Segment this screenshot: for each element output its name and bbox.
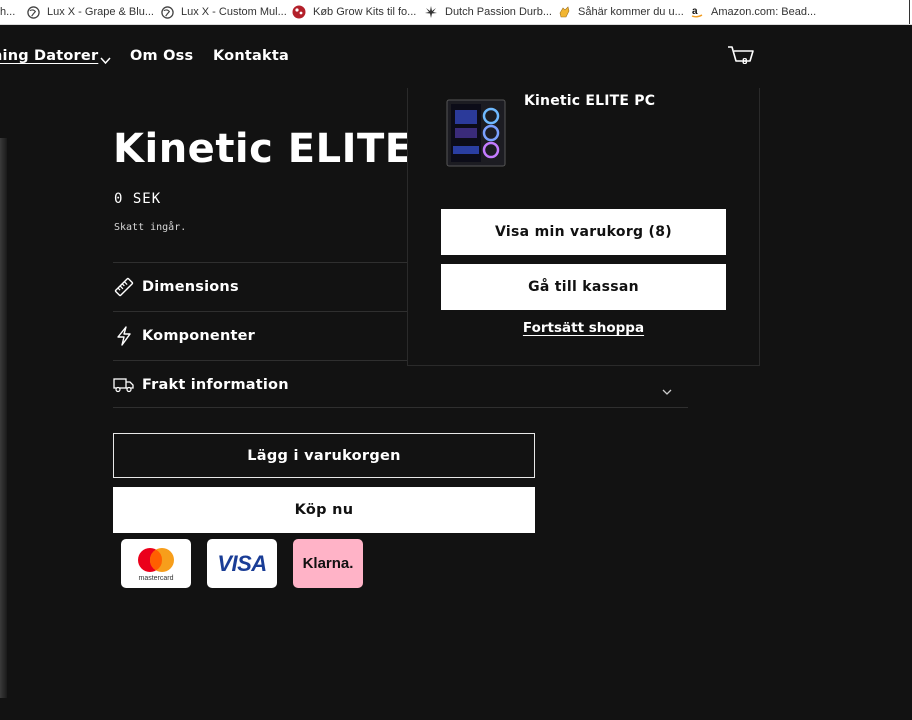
accordion-label: Dimensions [142,279,239,295]
site-header: ning Datorer Om Oss Kontakta 8 [0,26,912,88]
klarna-label: Klarna. [302,555,354,572]
bookmark-sahar[interactable]: Såhär kommer du u... [557,4,684,20]
mastercard-label: mastercard [138,574,174,582]
klarna-badge: Klarna. [293,539,363,588]
tax-note: Skatt ingår. [114,222,187,233]
cart-count: 8 [742,57,748,66]
bookmarks-bar: h... Lux X - Grape & Blu... Lux X - Cust… [0,0,912,25]
nav-om-oss[interactable]: Om Oss [130,48,193,64]
visa-badge: VISA [207,539,277,588]
truck-icon [113,374,135,396]
accordion-divider [113,407,688,408]
nav-kontakta[interactable]: Kontakta [213,48,289,64]
product-title: Kinetic ELITE [113,126,413,172]
globe-icon [160,5,174,19]
accordion-label: Komponenter [142,328,255,344]
lightning-icon [113,325,135,347]
bookmark-cut[interactable]: h... [0,4,15,20]
cart-icon [728,46,754,62]
bookmark-amazon[interactable]: a Amazon.com: Bead... [690,4,816,20]
bookmark-label: Dutch Passion Durb... [445,6,552,18]
add-to-cart-button[interactable]: Lägg i varukorgen [113,433,535,478]
mastercard-badge: mastercard [121,539,191,588]
bookmark-grow-kits[interactable]: Køb Grow Kits til fo... [292,4,416,20]
continue-shopping-link[interactable]: Fortsätt shoppa [523,320,644,336]
bookmark-label: Såhär kommer du u... [578,6,684,18]
buy-now-button[interactable]: Köp nu [113,487,535,533]
popup-product-name: Kinetic ELITE PC [524,93,656,109]
accordion-label: Frakt information [142,377,289,393]
product-image[interactable] [0,138,7,698]
chevron-down-icon [662,381,672,400]
chevron-down-icon[interactable] [100,50,111,69]
product-price: 0 SEK [114,191,162,207]
hand-icon [557,5,571,19]
bookmark-label: Køb Grow Kits til fo... [313,6,417,18]
svg-text:a: a [692,6,698,17]
bookmark-label: Lux X - Custom Mul... [181,6,287,18]
checkout-button[interactable]: Gå till kassan [441,264,726,310]
accordion-frakt-information[interactable]: Frakt information [113,360,688,409]
visa-label: VISA [217,550,267,576]
mastercard-icon [138,547,174,572]
view-cart-button[interactable]: Visa min varukorg (8) [441,209,726,255]
amazon-icon: a [690,5,704,19]
cart-notification-popup: Kinetic ELITE PC Visa min varukorg (8) G… [407,88,760,366]
bookmark-label: Amazon.com: Bead... [711,6,817,18]
ruler-icon [113,276,135,298]
growkit-icon [292,5,306,19]
product-thumbnail [443,96,509,170]
continue-shopping-wrap: Fortsätt shoppa [408,320,759,336]
nav-gaming-datorer[interactable]: ning Datorer [0,48,98,64]
globe-icon [26,5,40,19]
bookmark-dutch-passion[interactable]: Dutch Passion Durb... [424,4,552,20]
bookmark-lux-x-grape[interactable]: Lux X - Grape & Blu... [26,4,154,20]
leaf-icon [424,5,438,19]
bookmark-lux-x-custom[interactable]: Lux X - Custom Mul... [160,4,287,20]
bookmark-label: Lux X - Grape & Blu... [47,6,154,18]
cart-button[interactable]: 8 [727,44,755,70]
